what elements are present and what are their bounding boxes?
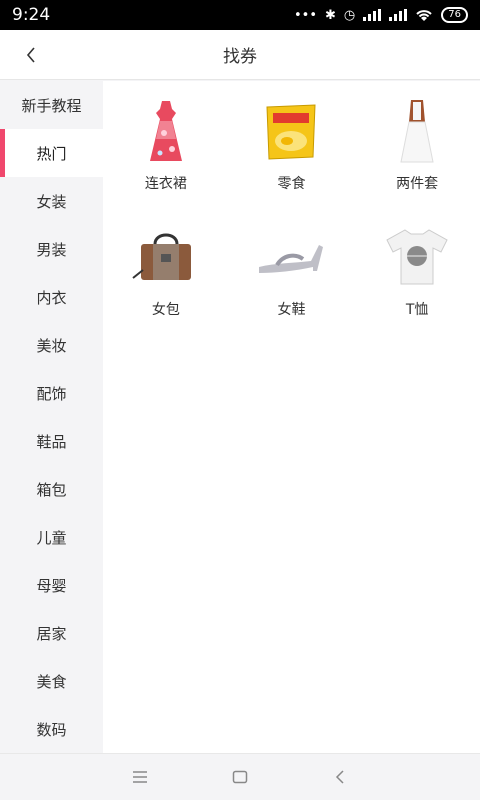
subcategory-dress[interactable]: 连衣裙 xyxy=(103,95,229,221)
sidebar-item-label: 内衣 xyxy=(36,288,67,307)
top-header: 找券 xyxy=(0,30,480,80)
sidebar-item-label: 新手教程 xyxy=(21,96,82,115)
sidebar-item-digital[interactable]: 数码 xyxy=(0,705,103,753)
sidebar-item-accessories[interactable]: 配饰 xyxy=(0,369,103,417)
sidebar-item-label: 居家 xyxy=(36,624,67,643)
sidebar-item-label: 热门 xyxy=(36,144,67,163)
page-title: 找券 xyxy=(223,47,257,67)
two-piece-outfit-icon xyxy=(372,95,462,167)
sidebar-item-label: 男装 xyxy=(36,240,67,259)
system-back-button[interactable] xyxy=(320,757,360,797)
alarm-icon: ◷ xyxy=(343,7,356,23)
sidebar-item-food[interactable]: 美食 xyxy=(0,657,103,705)
chevron-left-icon xyxy=(26,47,35,63)
subcategory-grid: 连衣裙 零食 两件套 女包 女鞋 T恤 xyxy=(103,81,480,347)
status-icons: ••• ✱ ◷ 76 xyxy=(294,7,468,23)
bluetooth-icon: ✱ xyxy=(325,7,336,23)
subcategory-label: 两件套 xyxy=(396,176,439,192)
sidebar-item-womens-clothing[interactable]: 女装 xyxy=(0,177,103,225)
system-nav-bar xyxy=(0,753,480,800)
back-arrow-icon xyxy=(335,770,344,784)
subcategory-handbag[interactable]: 女包 xyxy=(103,221,229,347)
sidebar-item-label: 配饰 xyxy=(36,384,67,403)
more-dots-icon: ••• xyxy=(294,7,318,23)
sidebar-item-label: 美食 xyxy=(36,672,67,691)
menu-button[interactable] xyxy=(120,757,160,797)
sidebar-item-label: 鞋品 xyxy=(36,432,67,451)
subcategory-two-piece[interactable]: 两件套 xyxy=(354,95,480,221)
sidebar-item-label: 儿童 xyxy=(36,528,67,547)
sidebar-item-label: 美妆 xyxy=(36,336,67,355)
sidebar-item-label: 母婴 xyxy=(36,576,67,595)
sidebar-item-label: 女装 xyxy=(36,192,67,211)
snack-bag-icon xyxy=(246,95,336,167)
signal-icon xyxy=(363,9,382,21)
sidebar-item-bags[interactable]: 箱包 xyxy=(0,465,103,513)
sidebar-item-shoes[interactable]: 鞋品 xyxy=(0,417,103,465)
sidebar-item-children[interactable]: 儿童 xyxy=(0,513,103,561)
battery-indicator: 76 xyxy=(441,7,468,23)
subcategory-label: 连衣裙 xyxy=(144,176,187,192)
subcategory-label: T恤 xyxy=(405,302,429,318)
sidebar-item-hot[interactable]: 热门 xyxy=(0,129,103,177)
status-time: 9:24 xyxy=(12,5,51,25)
menu-icon xyxy=(133,771,147,783)
sidebar-item-home[interactable]: 居家 xyxy=(0,609,103,657)
subcategory-label: 女包 xyxy=(151,302,180,318)
home-button[interactable] xyxy=(220,757,260,797)
subcategory-snacks[interactable]: 零食 xyxy=(229,95,355,221)
home-square-icon xyxy=(232,770,248,784)
wifi-icon xyxy=(416,9,432,21)
sidebar-item-mother-baby[interactable]: 母婴 xyxy=(0,561,103,609)
category-content: 连衣裙 零食 两件套 女包 女鞋 T恤 xyxy=(103,81,480,753)
dress-icon xyxy=(121,95,211,167)
handbag-icon xyxy=(121,221,211,293)
subcategory-tshirt[interactable]: T恤 xyxy=(354,221,480,347)
sidebar-item-tutorial[interactable]: 新手教程 xyxy=(0,81,103,129)
status-bar: 9:24 ••• ✱ ◷ 76 xyxy=(0,0,480,30)
sidebar-item-label: 数码 xyxy=(36,720,67,739)
signal-icon-2 xyxy=(389,9,408,21)
subcategory-label: 零食 xyxy=(277,176,306,192)
sandal-icon xyxy=(246,221,336,293)
tshirt-icon xyxy=(372,221,462,293)
back-button[interactable] xyxy=(14,38,48,72)
sidebar-item-beauty[interactable]: 美妆 xyxy=(0,321,103,369)
sidebar-item-label: 箱包 xyxy=(36,480,67,499)
subcategory-label: 女鞋 xyxy=(277,302,306,318)
subcategory-womens-shoes[interactable]: 女鞋 xyxy=(229,221,355,347)
sidebar-item-underwear[interactable]: 内衣 xyxy=(0,273,103,321)
sidebar-item-mens-clothing[interactable]: 男装 xyxy=(0,225,103,273)
category-sidebar: 新手教程 热门 女装 男装 内衣 美妆 配饰 鞋品 箱包 儿童 母婴 居家 美食… xyxy=(0,81,103,753)
